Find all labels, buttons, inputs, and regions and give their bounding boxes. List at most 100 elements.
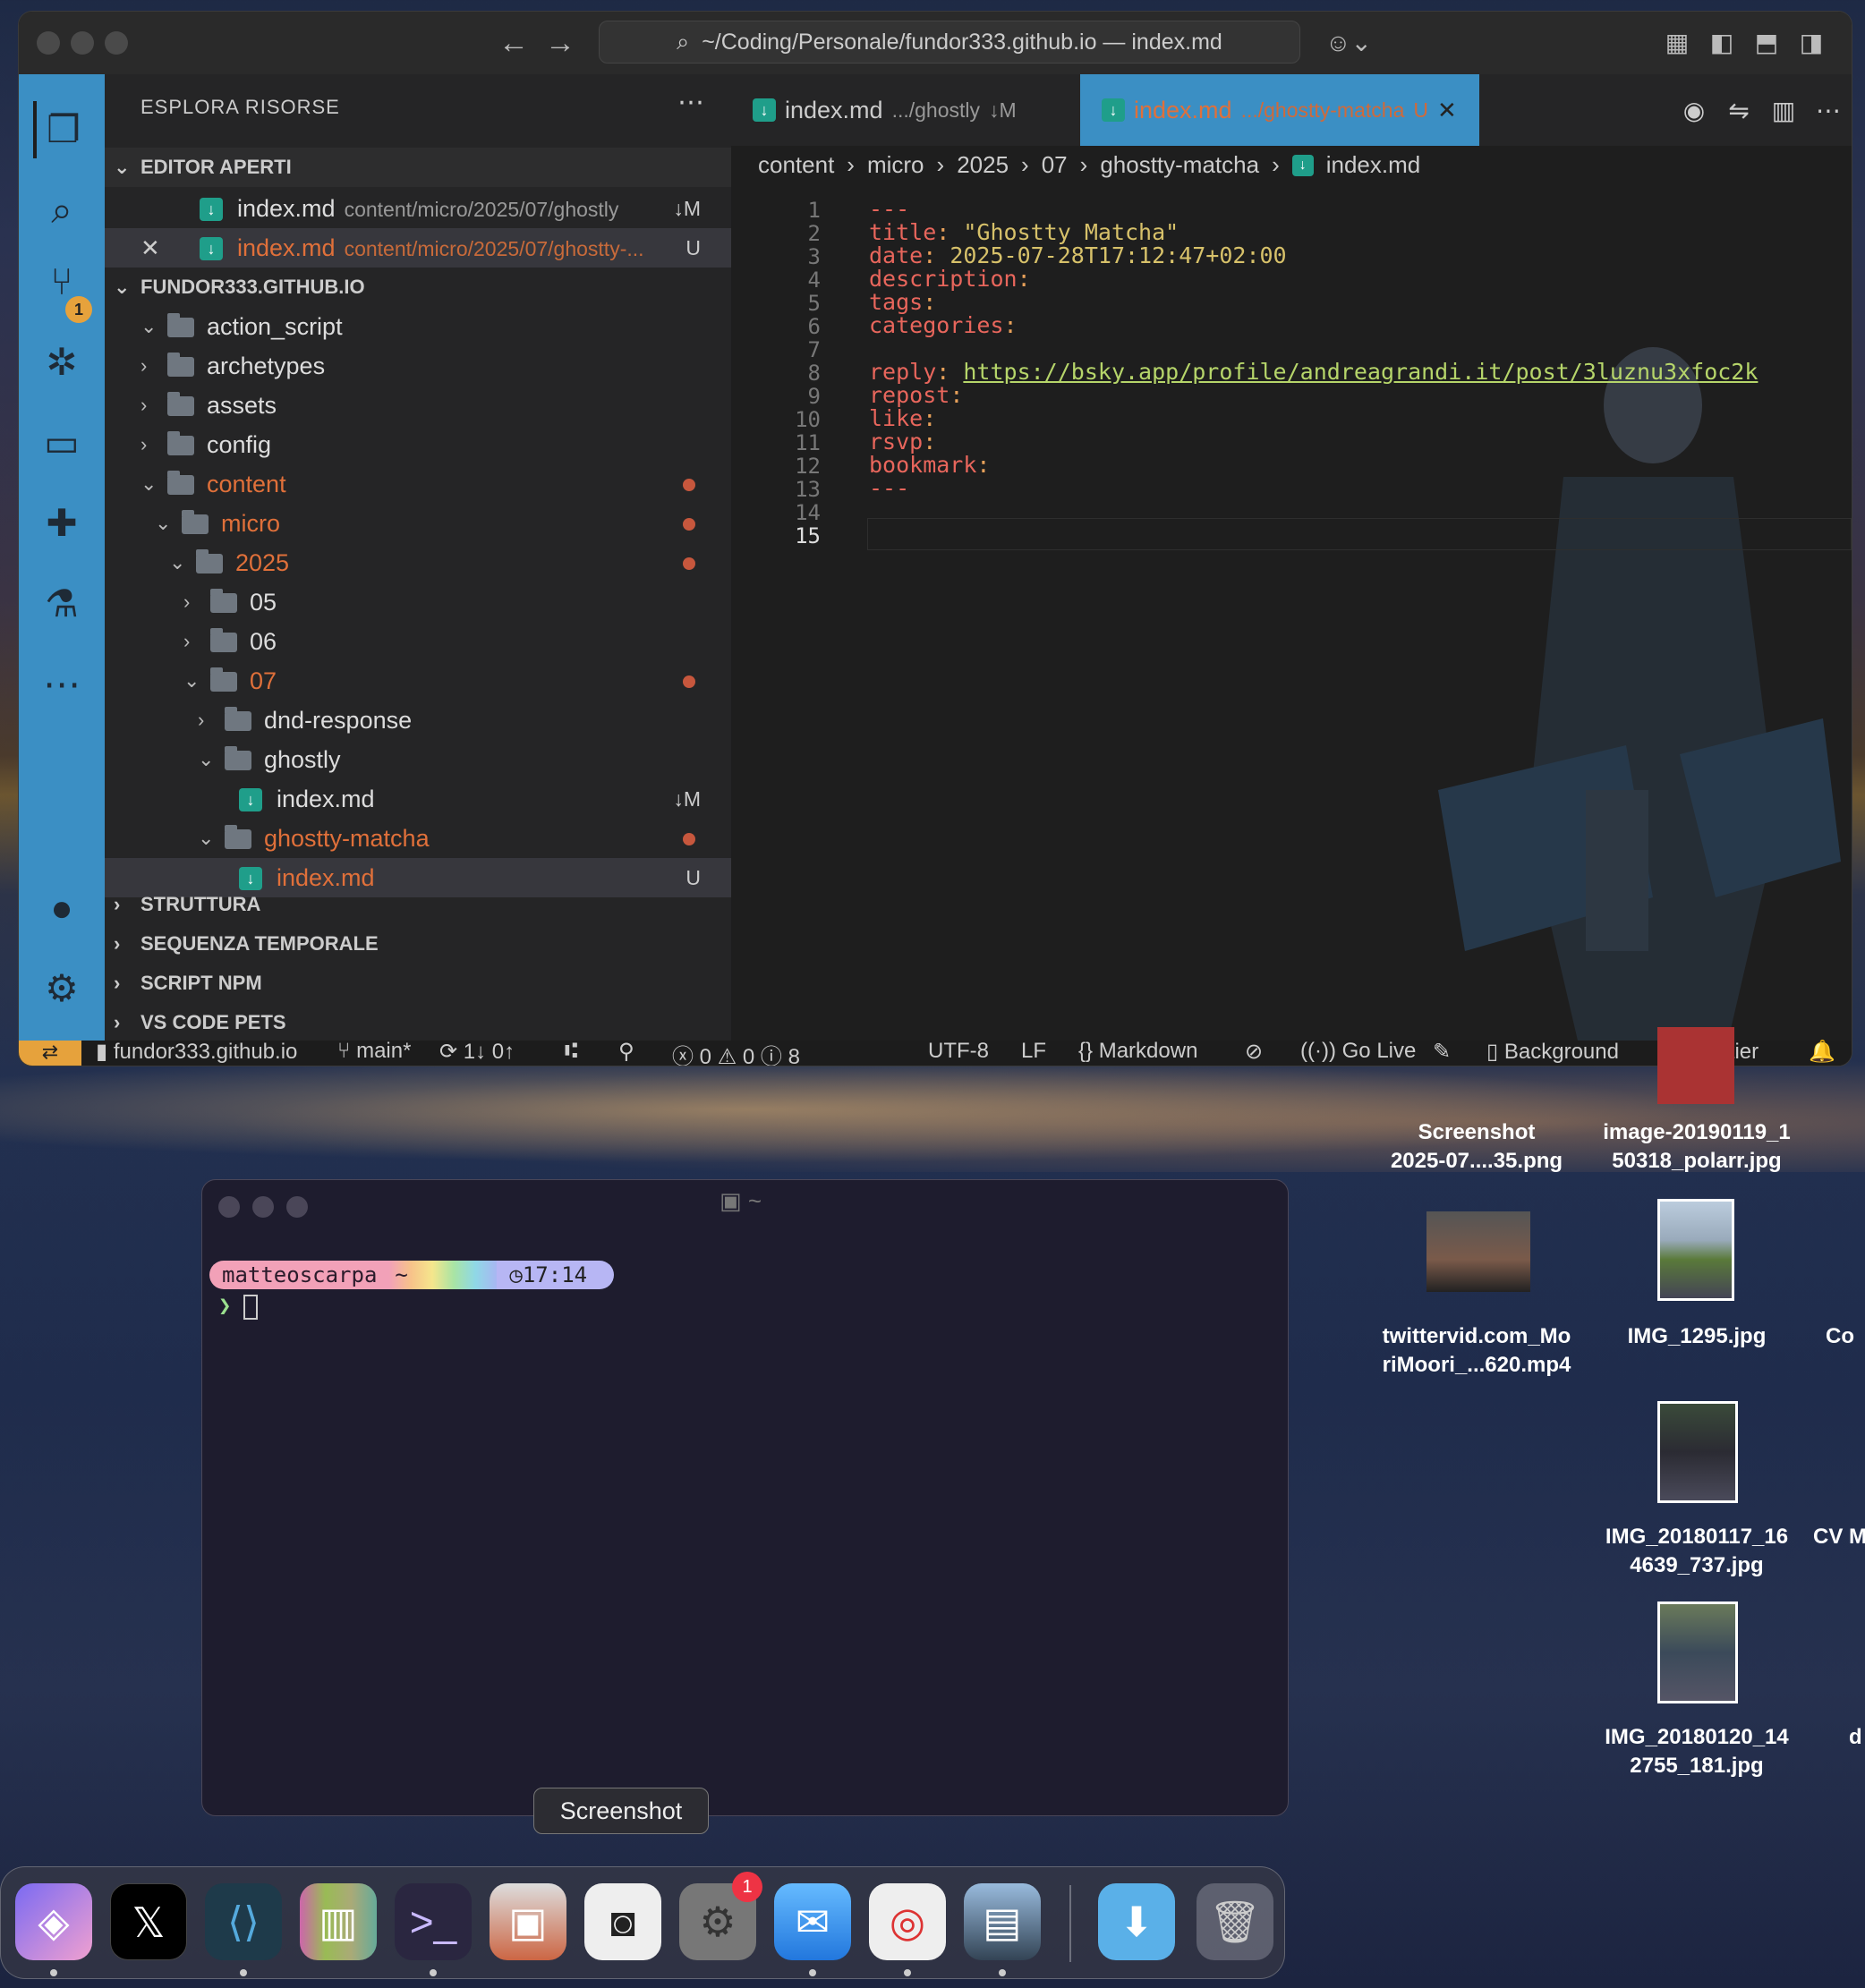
compare-icon[interactable]: ⇋	[1723, 96, 1755, 128]
command-center[interactable]: ⌕ ~/Coding/Personale/fundor333.github.io…	[599, 21, 1300, 64]
timeline-section[interactable]: › SEQUENZA TEMPORALE	[105, 924, 731, 964]
breadcrumb-item[interactable]: micro	[867, 151, 924, 179]
tab-matcha-index[interactable]: ↓ index.md .../ghostty-matcha U ✕	[1080, 74, 1479, 146]
tree-folder-archetypes[interactable]: › archetypes	[105, 346, 731, 386]
toggle-panel-icon[interactable]: ⬒	[1751, 28, 1782, 58]
outline-section[interactable]: › STRUTTURA	[105, 885, 731, 924]
status-eol[interactable]: LF	[1021, 1039, 1046, 1064]
status-branch[interactable]: ⑂ main*	[337, 1039, 411, 1064]
tree-folder-config[interactable]: › config	[105, 425, 731, 464]
split-editor-icon[interactable]: ▥	[1767, 96, 1800, 128]
status-background[interactable]: ▯ Background	[1486, 1039, 1619, 1065]
vscode-pets-section[interactable]: › VS CODE PETS	[105, 1003, 731, 1042]
image-thumbnail[interactable]	[1657, 1601, 1738, 1703]
testing-icon[interactable]: ⚗	[33, 575, 90, 633]
more-actions-icon[interactable]: ⋯	[1812, 96, 1844, 128]
tree-folder-06[interactable]: › 06	[105, 622, 731, 661]
back-arrow-icon[interactable]: ←	[498, 26, 529, 61]
more-actions-icon[interactable]: ⋯	[677, 87, 704, 118]
terminal-cursor[interactable]	[243, 1295, 258, 1320]
image-thumbnail[interactable]	[1657, 1401, 1738, 1503]
tree-folder-05[interactable]: › 05	[105, 582, 731, 622]
tree-folder-content[interactable]: ⌄ content	[105, 464, 731, 504]
tree-folder-assets[interactable]: › assets	[105, 386, 731, 425]
breadcrumb-item[interactable]: content	[758, 151, 834, 179]
more-icon[interactable]: ⋯	[33, 656, 90, 713]
status-problems[interactable]: ⓧ 0 ⚠ 0 ⓘ 8	[672, 1039, 800, 1066]
pets-icon[interactable]: ✎	[1433, 1039, 1451, 1065]
status-repo[interactable]: ▮ fundor333.github.io	[96, 1039, 297, 1065]
screenshot-app-icon[interactable]: ◙	[584, 1883, 661, 1960]
dock-app-icon[interactable]: ◈	[15, 1883, 92, 1960]
desktop-file-label[interactable]: image-20190119_1 50318_polarr.jpg	[1589, 1118, 1804, 1176]
toggle-sidebar-icon[interactable]: ◧	[1707, 28, 1737, 58]
breadcrumb-item[interactable]: 2025	[957, 151, 1009, 179]
chrome-app-icon[interactable]: ◎	[869, 1883, 946, 1960]
close-icon[interactable]: ✕	[1437, 97, 1457, 124]
account-icon[interactable]: ●	[33, 879, 90, 937]
vscode-app-icon[interactable]: ⟨⟩	[205, 1883, 282, 1960]
tree-folder-07[interactable]: ⌄ 07	[105, 661, 731, 701]
search-icon[interactable]: ⌕	[33, 182, 90, 239]
desktop-file-label-partial[interactable]: Co	[1826, 1322, 1865, 1351]
breadcrumb-item[interactable]: index.md	[1326, 151, 1421, 179]
tree-folder-micro[interactable]: ⌄ micro	[105, 504, 731, 543]
status-encoding[interactable]: UTF-8	[928, 1039, 989, 1064]
minimize-window-button[interactable]	[252, 1196, 274, 1218]
copilot-icon[interactable]: ☺⌄	[1322, 28, 1375, 58]
graph-icon[interactable]: ⑆	[565, 1039, 577, 1064]
desktop-file-label[interactable]: IMG_20180117_16 4639_737.jpg	[1589, 1523, 1804, 1580]
desktop-file-label-partial[interactable]: d	[1849, 1723, 1865, 1752]
explorer-icon[interactable]: ❐	[33, 101, 90, 158]
desktop-file-thumbnail[interactable]	[1657, 1027, 1734, 1104]
breadcrumb-item[interactable]: 07	[1042, 151, 1068, 179]
status-golive[interactable]: ((·)) Go Live	[1300, 1039, 1416, 1064]
zoom-window-button[interactable]	[286, 1196, 308, 1218]
tree-folder-dnd-response[interactable]: › dnd-response	[105, 701, 731, 740]
close-window-button[interactable]	[37, 31, 60, 55]
status-language[interactable]: {} Markdown	[1078, 1039, 1197, 1064]
downloads-folder-icon[interactable]: ⬇	[1098, 1883, 1175, 1960]
tree-file-ghostly-index[interactable]: ↓ index.md ↓M	[105, 779, 731, 819]
copilot-status-icon[interactable]: ⊘	[1245, 1039, 1263, 1065]
close-icon[interactable]: ✕	[141, 228, 160, 268]
zoom-window-button[interactable]	[105, 31, 128, 55]
debug-icon[interactable]: ✲	[33, 334, 90, 391]
close-window-button[interactable]	[218, 1196, 240, 1218]
image-thumbnail[interactable]	[1657, 1199, 1734, 1301]
preview-app-icon[interactable]: ▣	[490, 1883, 566, 1960]
desktop-file-label[interactable]: IMG_1295.jpg	[1589, 1322, 1804, 1351]
trash-icon[interactable]: 🗑	[1196, 1883, 1273, 1960]
customize-layout-icon[interactable]: ▦	[1662, 28, 1692, 58]
tree-folder-2025[interactable]: ⌄ 2025	[105, 543, 731, 582]
calibre-app-icon[interactable]: ▥	[300, 1883, 377, 1960]
project-header[interactable]: ⌄ FUNDOR333.GITHUB.IO	[105, 268, 731, 307]
desktop-file-label[interactable]: IMG_20180120_14 2755_181.jpg	[1589, 1723, 1804, 1780]
toggle-secondary-sidebar-icon[interactable]: ◨	[1796, 28, 1827, 58]
x-app-icon[interactable]: 𝕏	[110, 1883, 187, 1960]
desktop-file-label-partial[interactable]: CV M	[1813, 1523, 1865, 1551]
terminal-window[interactable]: ▣ ~ matteoscarpa ~ ◷17:14 ❯	[201, 1179, 1289, 1816]
forward-arrow-icon[interactable]: →	[545, 26, 575, 61]
minimize-window-button[interactable]	[71, 31, 94, 55]
image-capture-app-icon[interactable]: ▤	[964, 1883, 1041, 1960]
remote-indicator-icon[interactable]: ⇄	[19, 1041, 81, 1066]
reply-link[interactable]: https://bsky.app/profile/andreagrandi.it…	[963, 359, 1758, 385]
video-thumbnail[interactable]	[1426, 1211, 1530, 1292]
tab-ghostly-index[interactable]: ↓ index.md .../ghostly ↓M	[731, 74, 1046, 146]
settings-gear-icon[interactable]: ⚙	[33, 960, 90, 1017]
notifications-bell-icon[interactable]: 🔔	[1809, 1039, 1835, 1065]
ghostty-app-icon[interactable]: >_	[395, 1883, 472, 1960]
open-editors-header[interactable]: ⌄ EDITOR APERTI	[105, 148, 731, 187]
open-editor-item[interactable]: ↓ index.md content/micro/2025/07/ghostly …	[105, 189, 731, 228]
mail-app-icon[interactable]: ✉	[774, 1883, 851, 1960]
npm-scripts-section[interactable]: › SCRIPT NPM	[105, 964, 731, 1003]
remote-explorer-icon[interactable]: ▭	[33, 414, 90, 472]
open-editor-item-active[interactable]: ✕ ↓ index.md content/micro/2025/07/ghostt…	[105, 228, 731, 268]
desktop-file-label[interactable]: twittervid.com_Mo riMoori_...620.mp4	[1369, 1322, 1584, 1380]
preview-icon[interactable]: ◉	[1678, 96, 1710, 128]
extensions-icon[interactable]: ✚	[33, 495, 90, 552]
tree-folder-ghostly[interactable]: ⌄ ghostly	[105, 740, 731, 779]
rocket-icon[interactable]: ⚲	[618, 1039, 634, 1065]
tree-folder-ghostty-matcha[interactable]: ⌄ ghostty-matcha	[105, 819, 731, 858]
